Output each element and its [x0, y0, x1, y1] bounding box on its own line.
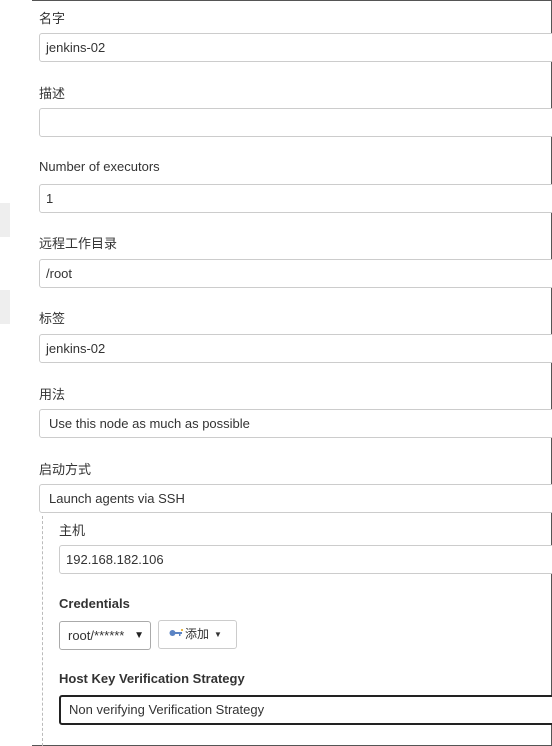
executors-label: Number of executors: [39, 159, 160, 174]
host-key-strategy-select[interactable]: Non verifying Verification Strategy: [59, 695, 552, 725]
credentials-label: Credentials: [59, 596, 130, 611]
name-input[interactable]: jenkins-02: [39, 33, 552, 62]
left-sidebar-edge: [0, 0, 32, 746]
labels-label: 标签: [39, 311, 66, 326]
host-input[interactable]: 192.168.182.106: [59, 545, 552, 574]
sidebar-edge-mark: [0, 290, 10, 324]
credentials-value: root/******: [68, 628, 125, 643]
description-input[interactable]: [39, 108, 552, 137]
usage-label: 用法: [39, 387, 66, 402]
nested-section-guide: [42, 516, 43, 746]
key-icon: [169, 621, 183, 648]
host-label: 主机: [59, 523, 86, 538]
chevron-down-icon: ▼: [134, 630, 144, 641]
remote-dir-label: 远程工作目录: [39, 236, 118, 251]
host-key-strategy-label: Host Key Verification Strategy: [59, 671, 245, 686]
caret-down-icon: ▼: [214, 630, 222, 640]
credentials-select[interactable]: root/****** ▼: [59, 621, 151, 650]
sidebar-edge-mark: [0, 203, 10, 237]
name-label: 名字: [39, 11, 66, 26]
remote-dir-input[interactable]: /root: [39, 259, 552, 288]
add-button-label: 添加: [185, 627, 210, 641]
add-credentials-button[interactable]: 添加 ▼: [158, 620, 237, 649]
labels-input[interactable]: jenkins-02: [39, 334, 552, 363]
executors-input[interactable]: 1: [39, 184, 552, 213]
usage-select[interactable]: Use this node as much as possible: [39, 409, 552, 438]
description-label: 描述: [39, 86, 66, 101]
launch-method-select[interactable]: Launch agents via SSH: [39, 484, 552, 513]
launch-method-label: 启动方式: [39, 462, 92, 477]
